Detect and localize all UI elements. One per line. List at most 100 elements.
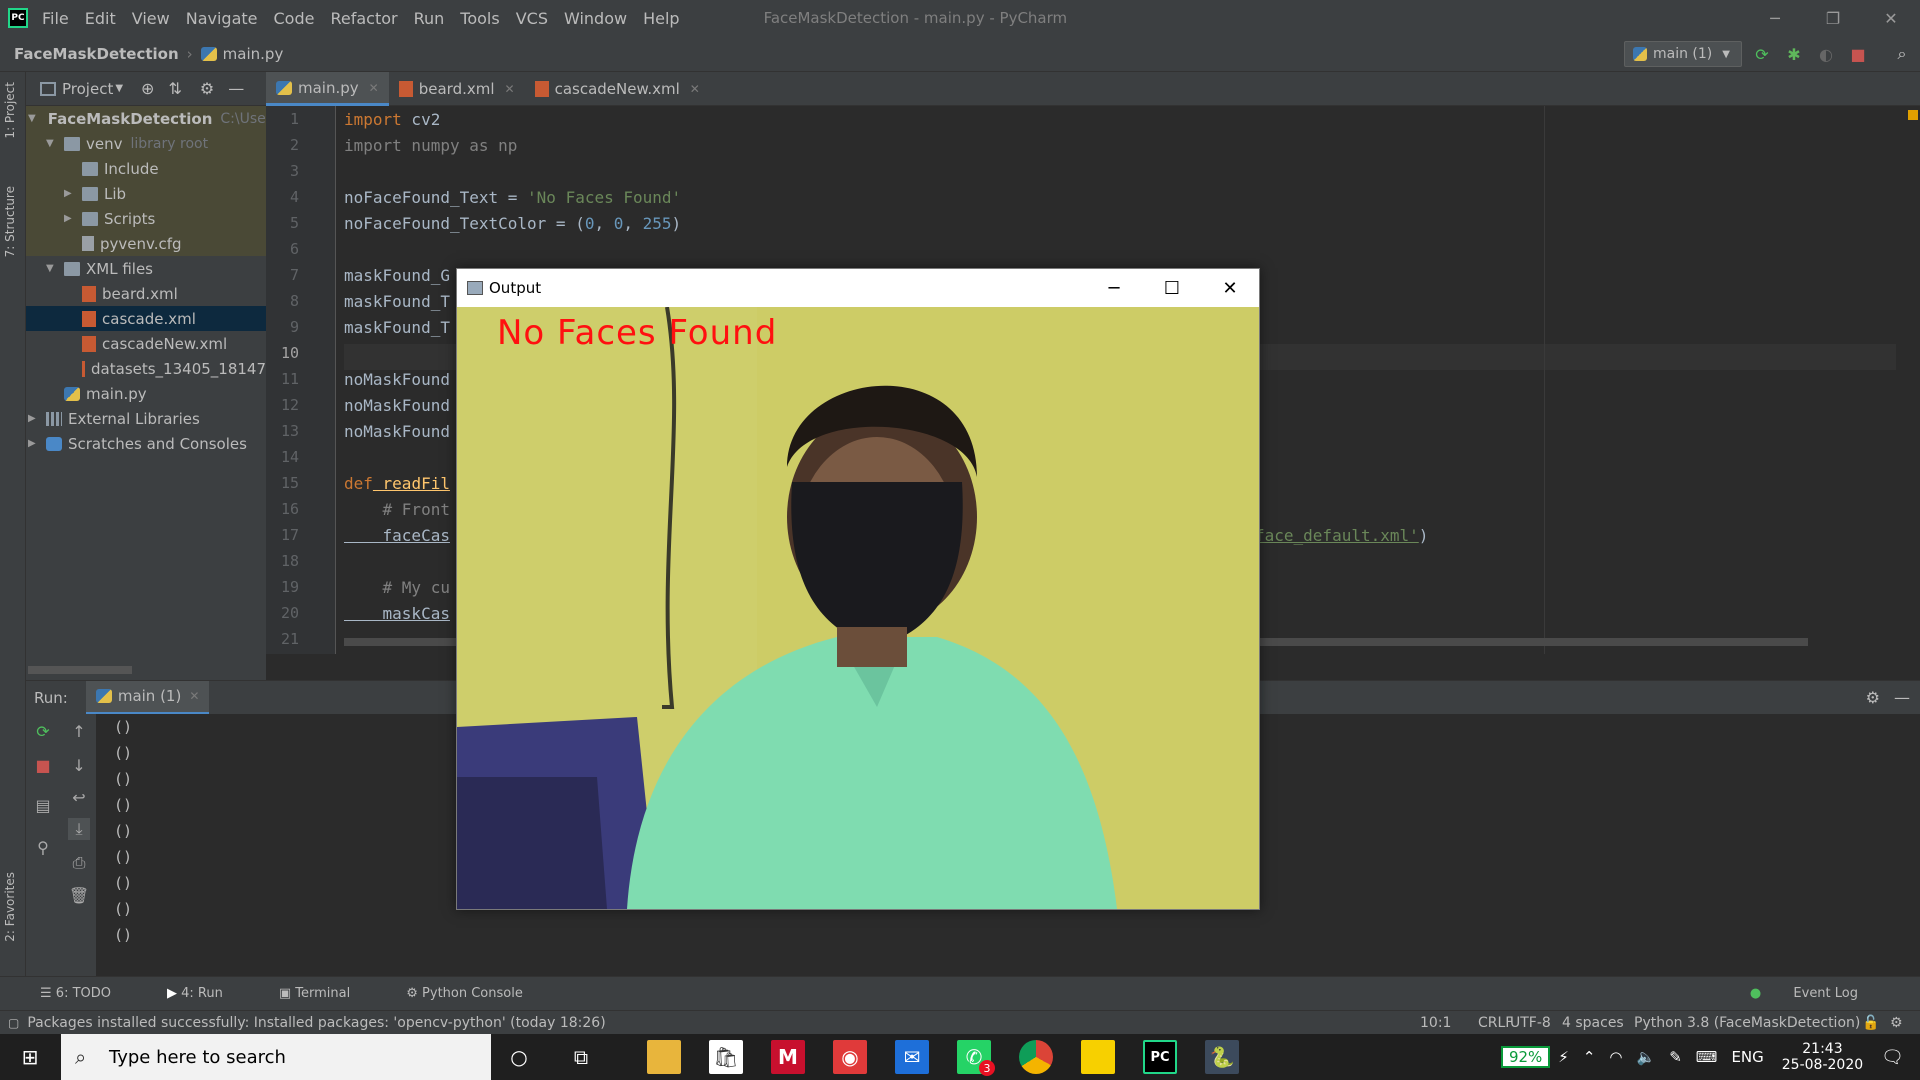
chevron-up-icon[interactable]: ⌃	[1583, 1048, 1596, 1066]
debug-bug-icon[interactable]: ✱	[1784, 44, 1804, 64]
run-tool-tab[interactable]: ▶ 4: Run	[167, 986, 251, 1001]
status-message[interactable]: Packages installed successfully: Install…	[27, 1015, 605, 1031]
store-icon[interactable]: 🛍	[709, 1040, 743, 1074]
event-log-tab[interactable]: ● Event Log	[1750, 986, 1886, 1001]
menu-refactor[interactable]: Refactor	[330, 9, 397, 28]
file-explorer-icon[interactable]	[647, 1040, 681, 1074]
tree-item-scripts[interactable]: ▶ Scripts	[26, 206, 266, 231]
media-app-icon[interactable]: ◉	[833, 1040, 867, 1074]
project-view-label[interactable]: Project	[62, 80, 113, 98]
rerun-icon[interactable]: ⟳	[32, 720, 54, 742]
task-view-icon[interactable]: ⧉	[564, 1040, 598, 1074]
clock[interactable]: 21:43 25-08-2020	[1782, 1041, 1863, 1073]
tree-item-datasets[interactable]: datasets_13405_18147	[26, 356, 266, 381]
python-app-icon[interactable]: 🐍	[1205, 1040, 1239, 1074]
gear-icon[interactable]: ⚙	[1866, 688, 1880, 707]
run-configuration-select[interactable]: main (1) ▼	[1624, 41, 1742, 67]
maximize-button[interactable]: ☐	[1143, 269, 1201, 307]
close-tab-icon[interactable]: ✕	[505, 82, 515, 96]
breadcrumb-file[interactable]: main.py	[223, 45, 284, 63]
pycharm-taskbar-icon[interactable]: PC	[1143, 1040, 1177, 1074]
caret-position[interactable]: 10:1	[1420, 1015, 1451, 1031]
mail-icon[interactable]: ✉	[895, 1040, 929, 1074]
tree-item-venv[interactable]: ▼ venv library root	[26, 131, 266, 156]
line-separator[interactable]: CRLF	[1478, 1015, 1513, 1031]
mcafee-icon[interactable]: M	[771, 1040, 805, 1074]
structure-tool-tab[interactable]: 7: Structure	[3, 186, 17, 257]
tree-item-include[interactable]: Include	[26, 156, 266, 181]
pin-icon[interactable]: ⚲	[32, 836, 54, 858]
scroll-down-icon[interactable]: ↓	[68, 754, 90, 776]
menu-edit[interactable]: Edit	[85, 9, 116, 28]
menu-help[interactable]: Help	[643, 9, 679, 28]
stop-icon[interactable]: ■	[32, 754, 54, 776]
battery-indicator[interactable]: 92%	[1500, 1046, 1551, 1068]
output-window-titlebar[interactable]: Output ─ ☐ ✕	[457, 269, 1259, 307]
chevron-down-icon[interactable]: ▼	[115, 83, 123, 94]
file-encoding[interactable]: UTF-8	[1510, 1015, 1551, 1031]
tree-item-xml-files[interactable]: ▼ XML files	[26, 256, 266, 281]
tree-item-scratches[interactable]: ▶ Scratches and Consoles	[26, 431, 266, 456]
todo-tab[interactable]: ☰ 6: TODO	[40, 986, 139, 1001]
windows-start-icon[interactable]: ⊞	[13, 1040, 47, 1074]
menu-tools[interactable]: Tools	[460, 9, 499, 28]
chrome-icon[interactable]	[1019, 1040, 1053, 1074]
python-console-tab[interactable]: ⚙ Python Console	[406, 986, 551, 1001]
volume-icon[interactable]: 🔈	[1637, 1048, 1656, 1066]
profile-icon[interactable]: ◐	[1816, 44, 1836, 64]
scroll-up-icon[interactable]: ↑	[68, 720, 90, 742]
scroll-to-end-icon[interactable]: ⤓	[68, 818, 90, 840]
keyboard-icon[interactable]: ⌨	[1696, 1048, 1718, 1066]
breadcrumb-project[interactable]: FaceMaskDetection	[14, 45, 179, 63]
menu-file[interactable]: File	[42, 9, 69, 28]
minimize-button[interactable]: ─	[1085, 269, 1143, 307]
minimize-button[interactable]: ─	[1746, 0, 1804, 36]
gear-icon[interactable]: ⚙	[200, 79, 214, 98]
run-tab[interactable]: main (1) ✕	[85, 680, 210, 715]
search-icon[interactable]: ⌕	[1892, 44, 1912, 64]
restore-button[interactable]: ❐	[1804, 0, 1862, 36]
close-tab-icon[interactable]: ✕	[690, 82, 700, 96]
indent-setting[interactable]: 4 spaces	[1562, 1015, 1624, 1031]
trash-icon[interactable]: 🗑	[68, 884, 90, 906]
python-interpreter[interactable]: Python 3.8 (FaceMaskDetection)	[1634, 1015, 1860, 1031]
tree-item-beard-xml[interactable]: beard.xml	[26, 281, 266, 306]
hide-panel-icon[interactable]: —	[1894, 688, 1910, 707]
notifications-icon[interactable]: 🗨	[1881, 1047, 1904, 1068]
project-tool-tab[interactable]: 1: Project	[3, 82, 17, 139]
tree-item-pyvenv-cfg[interactable]: pyvenv.cfg	[26, 231, 266, 256]
menu-view[interactable]: View	[132, 9, 170, 28]
menu-navigate[interactable]: Navigate	[186, 9, 258, 28]
tree-item-cascadenew-xml[interactable]: cascadeNew.xml	[26, 331, 266, 356]
close-button[interactable]: ✕	[1862, 0, 1920, 36]
close-tab-icon[interactable]: ✕	[369, 81, 379, 95]
favorites-tool-tab[interactable]: 2: Favorites	[3, 872, 17, 942]
tree-item-facemaskdetection[interactable]: ▼ FaceMaskDetection C:\User	[26, 106, 266, 131]
tab-main-py[interactable]: main.py ✕	[266, 72, 389, 106]
tree-item-main-py[interactable]: main.py	[26, 381, 266, 406]
menu-vcs[interactable]: VCS	[516, 9, 548, 28]
output-window[interactable]: Output ─ ☐ ✕ No Faces Found	[456, 268, 1260, 910]
cortana-icon[interactable]: ○	[502, 1040, 536, 1074]
taskbar-search-box[interactable]: ⌕ Type here to search	[61, 1034, 491, 1080]
lock-icon[interactable]: 🔓	[1862, 1015, 1879, 1031]
menu-run[interactable]: Run	[414, 9, 445, 28]
hide-panel-icon[interactable]: —	[228, 79, 244, 98]
inspector-icon[interactable]: ⚙	[1890, 1015, 1903, 1031]
locate-icon[interactable]: ⊕	[141, 79, 154, 98]
wifi-icon[interactable]: ◠	[1609, 1048, 1622, 1066]
warning-indicator-icon[interactable]	[1908, 110, 1918, 120]
tree-item-cascade-xml[interactable]: cascade.xml	[26, 306, 266, 331]
terminal-tab[interactable]: ▣ Terminal	[279, 986, 378, 1001]
whatsapp-icon[interactable]: ✆ 3	[957, 1040, 995, 1076]
language-indicator[interactable]: ENG	[1731, 1048, 1763, 1066]
sticky-notes-icon[interactable]	[1081, 1040, 1115, 1074]
close-tab-icon[interactable]: ✕	[189, 689, 199, 703]
close-button[interactable]: ✕	[1201, 269, 1259, 307]
menu-code[interactable]: Code	[274, 9, 315, 28]
collapse-all-icon[interactable]: ⇅	[168, 79, 181, 98]
tree-item-external-libraries[interactable]: ▶ External Libraries	[26, 406, 266, 431]
tab-cascadenew-xml[interactable]: cascadeNew.xml ✕	[525, 72, 710, 106]
stop-icon[interactable]: ■	[1848, 44, 1868, 64]
menu-window[interactable]: Window	[564, 9, 627, 28]
